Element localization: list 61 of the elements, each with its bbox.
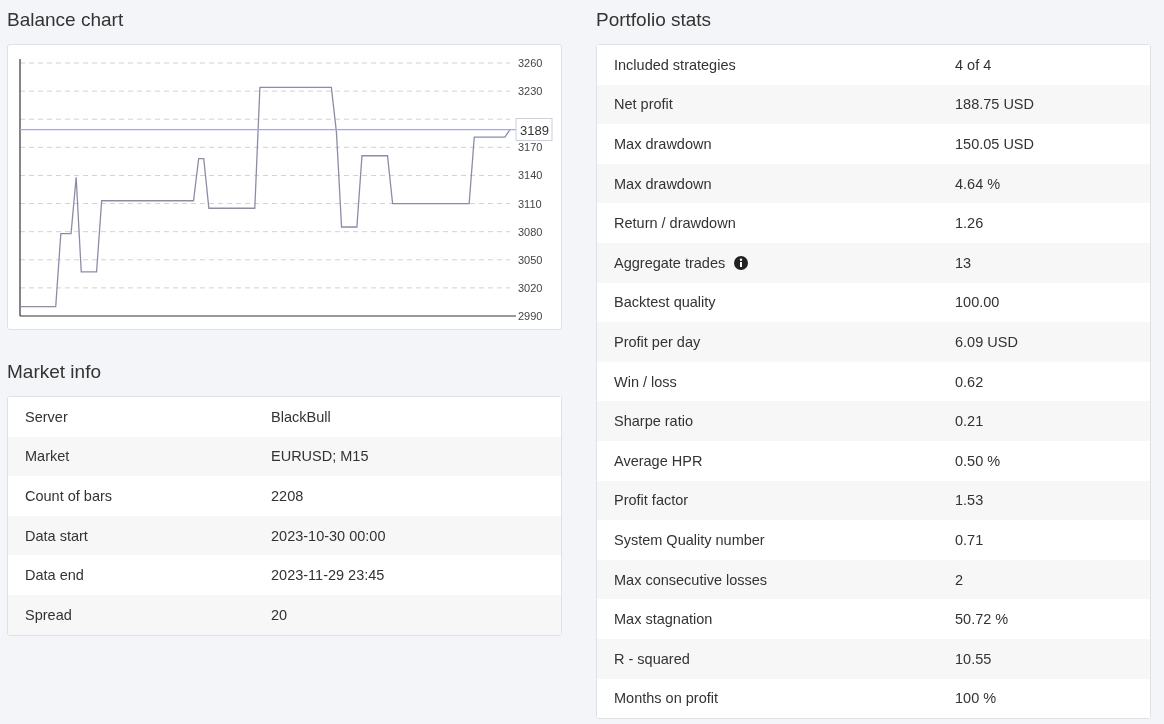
- axis-label: 3260: [518, 57, 543, 69]
- row-label: Net profit: [614, 96, 673, 113]
- row-value: 4 of 4: [955, 56, 992, 73]
- axis-label: 3110: [518, 197, 542, 210]
- axis-label: 2990: [518, 310, 543, 322]
- axis-label: 3230: [518, 85, 543, 98]
- row-value: 4.64 %: [955, 175, 1001, 192]
- section-title: Portfolio stats: [596, 8, 713, 32]
- section-title: Balance chart: [7, 8, 125, 32]
- row-label: Spread: [24, 606, 73, 623]
- row-label: Max drawdown: [614, 136, 712, 152]
- axis-label: 3140: [518, 169, 543, 182]
- row-value: 1.26: [955, 215, 984, 232]
- row-label: Count of bars: [24, 488, 114, 504]
- ref-line-label: 3189: [520, 122, 549, 138]
- row-value: 0.50 %: [955, 452, 1001, 469]
- row-value: 188.75 USD: [955, 96, 1034, 113]
- row-value: 2023-11-29 23:45: [271, 567, 385, 584]
- row-label: Return / drawdown: [614, 215, 736, 232]
- axis-label: 3080: [518, 225, 543, 238]
- row-value: 50.72 %: [955, 611, 1009, 628]
- row-label: Data start: [24, 527, 89, 544]
- row-value: 0.21: [955, 413, 984, 430]
- row-value: 100.00: [955, 294, 1000, 311]
- row-label: Sharpe ratio: [614, 413, 693, 430]
- row-label: System Quality number: [614, 531, 765, 548]
- row-value: 100 %: [955, 690, 997, 707]
- row-value: 6.09 USD: [955, 333, 1018, 350]
- row-value: 0.71: [955, 531, 984, 548]
- row-label: Profit factor: [614, 492, 689, 509]
- row-value: 10.55: [955, 650, 992, 667]
- row-label: Max consecutive losses: [614, 571, 768, 588]
- row-value: 1.53: [955, 492, 984, 509]
- row-label: Aggregate trades: [614, 254, 726, 271]
- row-label: Market: [24, 448, 71, 465]
- row-value: 0.62: [955, 373, 984, 390]
- row-label: Profit per day: [614, 333, 701, 350]
- row-label: Average HPR: [614, 452, 703, 469]
- row-value: 20: [271, 606, 288, 623]
- axis-label: 3020: [518, 281, 543, 294]
- row-value: 150.05 USD: [955, 136, 1034, 152]
- row-value: 13: [955, 254, 972, 271]
- row-label: Included strategies: [614, 56, 736, 73]
- row-value: EURUSD; M15: [271, 448, 369, 465]
- row-label: Max stagnation: [614, 611, 713, 628]
- row-label: Months on profit: [614, 690, 718, 707]
- section-title: Market info: [7, 360, 102, 384]
- value-label: 3189: [515, 118, 553, 142]
- row-label: Backtest quality: [614, 294, 716, 311]
- row-label: Win / loss: [614, 373, 677, 390]
- row-label: R - squared: [614, 650, 690, 667]
- axis-label: 3170: [518, 141, 543, 154]
- row-value: 2208: [271, 488, 304, 504]
- row-label: Server: [24, 408, 69, 425]
- axis-label: 3050: [518, 253, 543, 266]
- row-value: 2: [955, 571, 964, 588]
- row-label: Data end: [24, 567, 85, 584]
- row-label: Max drawdown: [614, 175, 712, 192]
- row-value: 2023-10-30 00:00: [271, 527, 386, 544]
- info-icon[interactable]: [734, 255, 749, 270]
- row-value: BlackBull: [271, 408, 331, 425]
